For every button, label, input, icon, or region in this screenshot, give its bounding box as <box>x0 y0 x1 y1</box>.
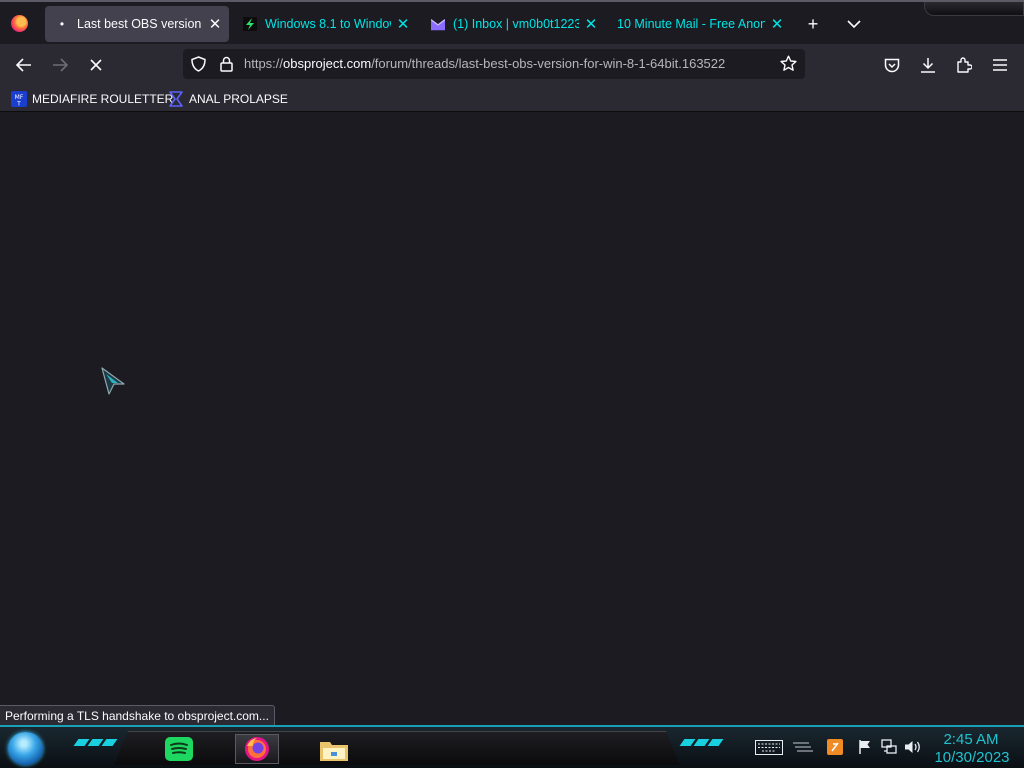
taskbar: 2:45 AM 10/30/2023 <box>0 725 1024 768</box>
tray-stack-icon <box>793 742 813 752</box>
clock-date[interactable]: 10/30/2023 <box>930 749 1014 766</box>
svg-text:T: T <box>16 101 21 108</box>
taskbar-app-firefox[interactable] <box>235 734 279 764</box>
url-path: /forum/threads/last-best-obs-version-for… <box>371 56 726 71</box>
bookmark-label: ANAL PROLAPSE <box>189 92 288 106</box>
flag-icon <box>859 740 870 754</box>
pocket-icon <box>884 58 900 72</box>
close-icon <box>90 59 102 71</box>
mediafire-icon: MFT <box>11 91 27 107</box>
tab-10-minute-mail[interactable]: 10 Minute Mail - Free Anony ✕ <box>607 6 791 42</box>
hamburger-menu-icon <box>993 59 1007 71</box>
clock-time[interactable]: 2:45 AM <box>940 731 1002 748</box>
volume-button[interactable] <box>903 739 923 755</box>
bookmark-label: MEDIAFIRE ROULETTER <box>32 92 174 106</box>
plus-icon: + <box>807 13 819 34</box>
tab-last-best-obs[interactable]: • Last best OBS version fo ✕ <box>45 6 229 42</box>
bookmark-star-icon[interactable] <box>780 55 797 72</box>
obs-favicon-icon: • <box>59 17 65 31</box>
orange-app-icon <box>827 739 843 755</box>
firefox-icon[interactable] <box>11 15 28 32</box>
lock-icon[interactable] <box>220 56 233 72</box>
proton-mail-icon <box>431 17 445 31</box>
tab-title: Last best OBS version fo <box>77 17 203 31</box>
url-host: obsproject.com <box>283 56 372 71</box>
tab-windows-8-1[interactable]: Windows 8.1 to Window ✕ <box>233 6 417 42</box>
back-button[interactable] <box>11 52 37 78</box>
file-explorer-icon <box>320 742 348 761</box>
tab-inbox[interactable]: (1) Inbox | vm0b0t1223@ ✕ <box>421 6 605 42</box>
address-bar[interactable]: https://obsproject.com/forum/threads/las… <box>183 49 805 79</box>
titlebar-decoration <box>924 2 1024 16</box>
bookmark-anal-prolapse[interactable]: ANAL PROLAPSE <box>168 90 288 108</box>
taskbar-decoration-left <box>73 739 118 751</box>
taskbar-decoration-right <box>679 739 724 751</box>
bookmarks-toolbar: MF T MEDIAFIRE ROULETTER ANAL PROLAPSE <box>0 85 1024 112</box>
hourglass-icon <box>169 91 183 107</box>
taskbar-app-spotify[interactable] <box>157 734 201 764</box>
page-content[interactable] <box>0 113 1024 725</box>
close-tab-icon[interactable]: ✕ <box>207 16 223 33</box>
status-panel: Performing a TLS handshake to obsproject… <box>0 705 275 726</box>
speaker-icon <box>905 741 920 753</box>
bookmark-mediafire-rouletter[interactable]: MF T MEDIAFIRE ROULETTER <box>11 90 173 108</box>
tracking-protection-shield-icon[interactable] <box>191 56 206 72</box>
spotify-icon <box>165 737 193 761</box>
taskbar-app-file-explorer[interactable] <box>312 734 356 764</box>
close-tab-icon[interactable]: ✕ <box>395 16 411 33</box>
mouse-cursor-icon <box>101 367 125 395</box>
show-hidden-icons-button[interactable] <box>790 739 816 755</box>
tab-title: Windows 8.1 to Window <box>265 17 391 31</box>
download-icon <box>921 58 935 73</box>
tab-strip: • Last best OBS version fo ✕ Windows 8.1… <box>0 0 1024 44</box>
tray-app-button[interactable] <box>826 739 844 755</box>
action-center-button[interactable] <box>856 739 874 755</box>
url-text[interactable]: https://obsproject.com/forum/threads/las… <box>244 56 774 71</box>
network-button[interactable] <box>880 739 898 755</box>
url-scheme: https:// <box>244 56 284 71</box>
extensions-button[interactable] <box>951 52 977 78</box>
start-button[interactable] <box>8 732 43 765</box>
forward-arrow-icon <box>53 58 68 72</box>
chevron-down-icon <box>847 19 861 28</box>
tab-title: 10 Minute Mail - Free Anony <box>617 17 765 31</box>
new-tab-button[interactable]: + <box>801 12 825 36</box>
touch-keyboard-button[interactable] <box>754 739 784 755</box>
navigation-toolbar: https://obsproject.com/forum/threads/las… <box>0 44 1024 85</box>
pocket-button[interactable] <box>879 52 905 78</box>
close-tab-icon[interactable]: ✕ <box>769 16 785 33</box>
tab-title: (1) Inbox | vm0b0t1223@ <box>453 17 579 31</box>
downloads-button[interactable] <box>915 52 941 78</box>
stop-loading-button[interactable] <box>83 52 109 78</box>
keyboard-icon <box>755 739 783 755</box>
close-tab-icon[interactable]: ✕ <box>583 16 599 33</box>
green-bolt-favicon-icon <box>243 17 257 31</box>
puzzle-piece-icon <box>957 57 972 73</box>
back-arrow-icon <box>16 58 31 72</box>
network-icon <box>881 739 897 754</box>
app-menu-button[interactable] <box>987 52 1013 78</box>
forward-button[interactable] <box>47 52 73 78</box>
list-all-tabs-button[interactable] <box>842 12 866 36</box>
firefox-icon <box>245 737 269 761</box>
